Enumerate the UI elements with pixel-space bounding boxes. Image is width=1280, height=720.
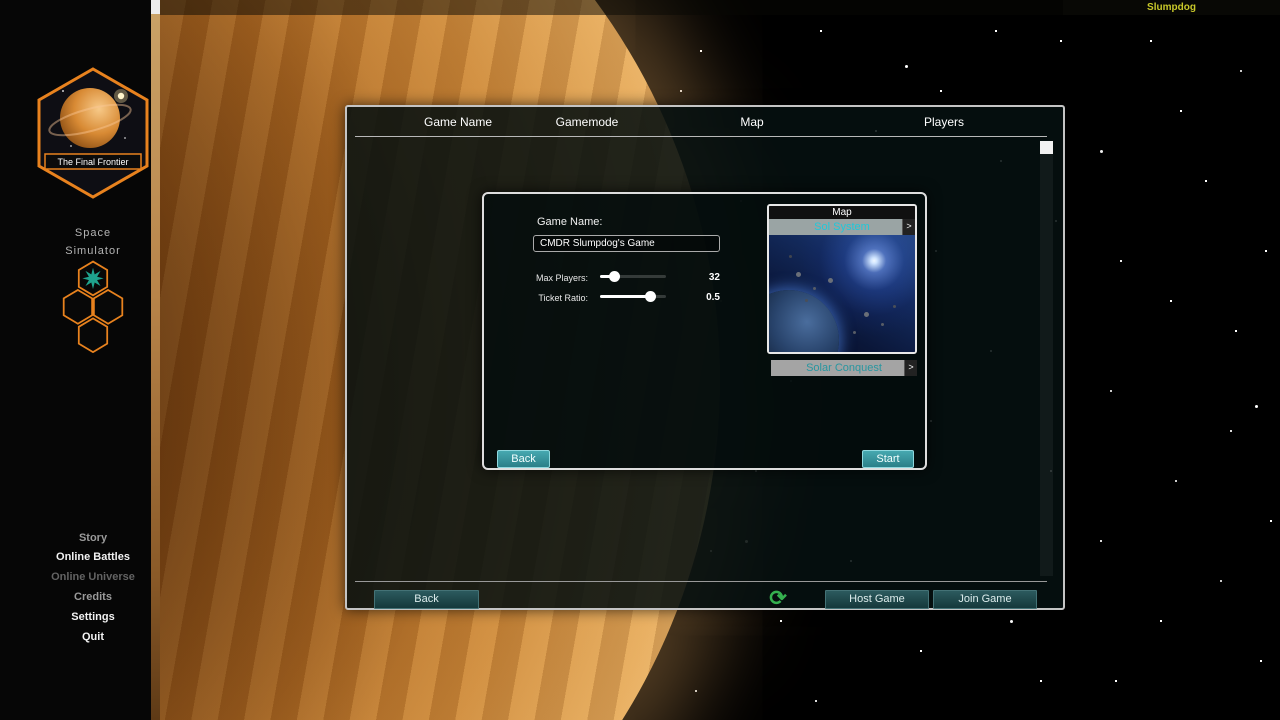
column-header-game-name: Game Name (424, 115, 492, 129)
username-label: Slumpdog (1063, 0, 1280, 15)
logo-sun (118, 93, 124, 99)
host-game-dialog: Game Name: Max Players: 32 Ticket Ratio:… (482, 192, 927, 470)
sidebar: The Final Frontier Space Simulator Story… (0, 0, 160, 720)
max-players-value: 32 (680, 272, 720, 283)
sidebar-item-online-universe[interactable]: Online Universe (13, 571, 173, 583)
starburst-icon (82, 268, 103, 289)
gamemode-dropdown[interactable]: Solar Conquest > (771, 360, 917, 376)
sidebar-item-online-battles[interactable]: Online Battles (13, 551, 173, 563)
hex-cluster-icon (53, 258, 133, 353)
user-bar: Slumpdog (1063, 0, 1280, 15)
column-header-gamemode: Gamemode (556, 115, 619, 129)
max-players-label: Max Players: (484, 273, 588, 283)
selected-gamemode-label[interactable]: Solar Conquest (771, 360, 917, 376)
server-list-scrollbar-thumb[interactable] (1040, 141, 1053, 154)
tagline-line-2: Simulator (13, 245, 173, 257)
logo-planet (60, 88, 120, 148)
logo-hexagon: The Final Frontier (33, 66, 153, 200)
max-players-slider[interactable] (600, 271, 666, 282)
column-header-map: Map (740, 115, 763, 129)
ticket-ratio-label: Ticket Ratio: (484, 293, 588, 303)
refresh-icon[interactable]: ⟳ (765, 587, 791, 611)
slider-fill (600, 295, 651, 298)
column-header-players: Players (924, 115, 964, 129)
footer-divider (355, 581, 1047, 582)
map-preview-image (769, 235, 915, 352)
server-browser-panel: Game Name Gamemode Map Players Game Name… (345, 105, 1065, 610)
map-selector-box: Map Sol System > (767, 204, 917, 354)
tagline-line-1: Space (13, 227, 173, 239)
header-divider (355, 136, 1047, 137)
dialog-back-button[interactable]: Back (497, 450, 550, 468)
ticket-ratio-value: 0.5 (680, 292, 720, 303)
logo-title: The Final Frontier (57, 157, 128, 167)
ticket-ratio-slider[interactable] (600, 291, 666, 302)
browser-back-button[interactable]: Back (374, 590, 479, 609)
game-name-input[interactable] (533, 235, 720, 252)
sidebar-item-settings[interactable]: Settings (13, 611, 173, 623)
top-bar: Slumpdog (0, 0, 1280, 15)
slider-handle[interactable] (645, 291, 656, 302)
map-dropdown[interactable]: Sol System > (769, 219, 915, 235)
map-preview-planet (769, 290, 839, 352)
selected-map-label[interactable]: Sol System (769, 219, 915, 235)
game-screen: Slumpdog The Final Frontier Space (0, 0, 1280, 720)
server-list-scrollbar-track[interactable] (1040, 141, 1053, 576)
sidebar-item-story[interactable]: Story (13, 532, 173, 544)
map-preview-asteroids (769, 235, 772, 238)
dialog-start-button[interactable]: Start (862, 450, 914, 468)
sidebar-item-quit[interactable]: Quit (13, 631, 173, 643)
sidebar-scrollbar-track[interactable] (151, 0, 160, 720)
gamemode-next-arrow-button[interactable]: > (904, 360, 917, 376)
sidebar-scrollbar-thumb[interactable] (151, 0, 160, 14)
map-next-arrow-button[interactable]: > (902, 219, 915, 235)
host-game-button[interactable]: Host Game (825, 590, 929, 609)
join-game-button[interactable]: Join Game (933, 590, 1037, 609)
map-panel-title: Map (769, 206, 915, 219)
slider-handle[interactable] (609, 271, 620, 282)
game-name-label: Game Name: (537, 216, 602, 228)
sidebar-item-credits[interactable]: Credits (13, 591, 173, 603)
